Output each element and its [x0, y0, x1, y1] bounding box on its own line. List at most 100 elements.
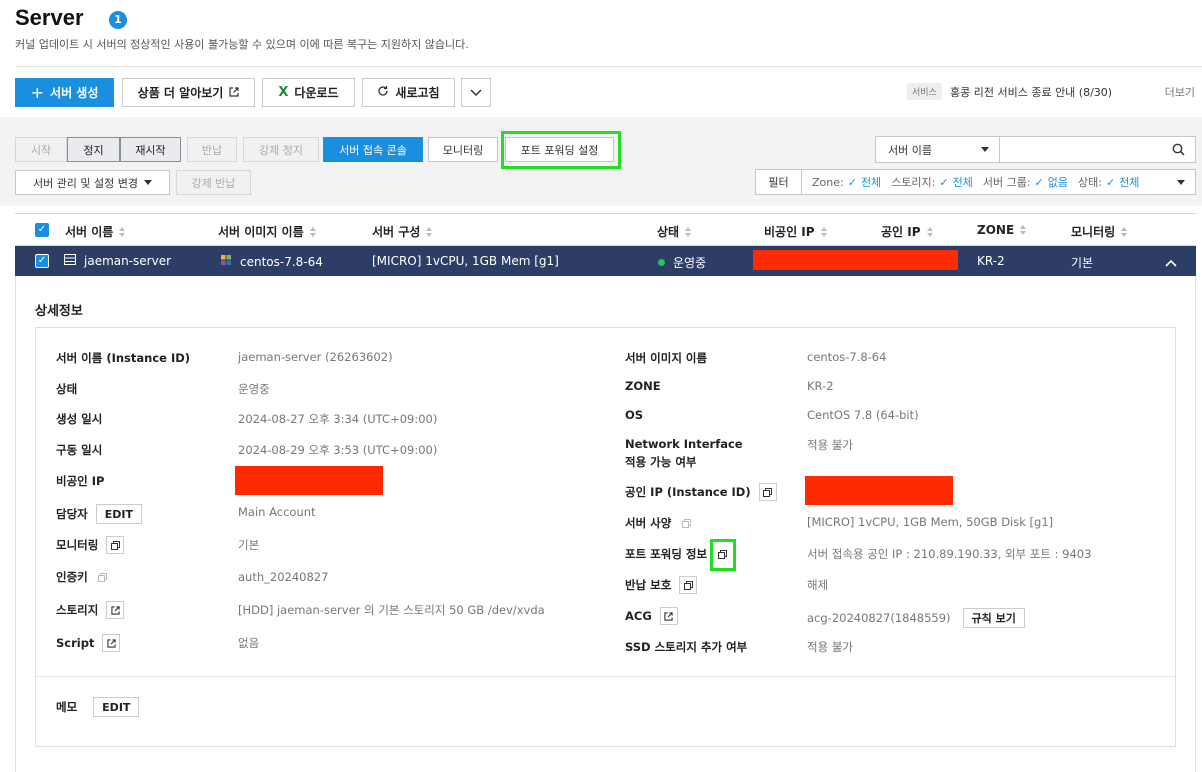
- detail-value-started: 2024-08-29 오후 3:53 (UTC+09:00): [238, 443, 438, 457]
- chevron-up-icon[interactable]: [1165, 256, 1177, 270]
- copy-icon[interactable]: [679, 576, 698, 594]
- copy-icon[interactable]: [679, 516, 693, 530]
- detail-value-monitoring: 기본: [238, 538, 260, 552]
- caret-down-icon: [144, 180, 153, 185]
- refresh-button[interactable]: 새로고침: [362, 78, 455, 107]
- search-icon[interactable]: [1172, 143, 1185, 159]
- owner-edit-button[interactable]: EDIT: [95, 504, 142, 524]
- learn-more-button[interactable]: 상품 더 알아보기: [122, 78, 255, 107]
- start-button[interactable]: 시작: [15, 137, 67, 162]
- detail-value-ssd: 적용 불가: [807, 640, 853, 654]
- detail-label-private-ip: 비공인 IP: [56, 474, 105, 488]
- row-spec: [MICRO] 1vCPU, 1GB Mem [g1]: [372, 254, 559, 268]
- detail-value-image: centos-7.8-64: [807, 350, 887, 364]
- check-icon: ✓: [1034, 175, 1044, 189]
- detail-label-ssd: SSD 스토리지 추가 여부: [625, 640, 748, 654]
- redacted-private-ip: [235, 466, 383, 495]
- highlight-box-port-forwarding: [501, 131, 621, 169]
- filter-status-value[interactable]: 전체: [1119, 174, 1139, 190]
- detail-label-script: Script: [56, 634, 121, 652]
- external-link-icon[interactable]: [106, 601, 125, 619]
- restart-button[interactable]: 재시작: [120, 137, 181, 162]
- detail-label-zone: ZONE: [625, 379, 661, 393]
- detail-value-owner: Main Account: [238, 505, 316, 519]
- detail-label-name: 서버 이름 (Instance ID): [56, 351, 191, 365]
- detail-label-created: 생성 일시: [56, 412, 103, 426]
- detail-section-title: 상세정보: [35, 304, 83, 319]
- filter-storage-value[interactable]: 전체: [953, 174, 973, 190]
- filter-group-value[interactable]: 없음: [1048, 174, 1068, 190]
- column-header-zone[interactable]: ZONE: [977, 223, 1027, 237]
- detail-label-return-protection: 반납 보호: [625, 576, 698, 594]
- force-stop-button[interactable]: 강제 정지: [243, 137, 319, 162]
- detail-label-started: 구동 일시: [56, 443, 103, 457]
- force-return-button[interactable]: 강제 반납: [176, 170, 251, 195]
- external-link-icon[interactable]: [102, 634, 121, 652]
- detail-value-return-protection: 해제: [807, 578, 829, 592]
- copy-icon[interactable]: [106, 536, 125, 554]
- column-header-private-ip[interactable]: 비공인 IP: [764, 223, 827, 240]
- detail-value-port-forwarding: 서버 접속용 공인 IP : 210.89.190.33, 외부 포트 : 94…: [807, 547, 1092, 561]
- detail-value-zone: KR-2: [807, 379, 834, 393]
- detail-label-owner: 담당자 EDIT: [56, 504, 142, 524]
- redacted-public-ip: [805, 476, 953, 505]
- notice-link[interactable]: 홍콩 리전 서비스 종료 안내 (8/30): [950, 84, 1112, 100]
- column-header-spec[interactable]: 서버 구성: [372, 223, 433, 240]
- column-header-name[interactable]: 서버 이름: [65, 223, 126, 240]
- detail-value-name: jaeman-server (26263602): [238, 350, 393, 364]
- detail-value-status: 운영중: [238, 382, 270, 396]
- select-all-checkbox[interactable]: ✓: [35, 223, 49, 237]
- download-button[interactable]: X 다운로드: [262, 78, 355, 107]
- caret-down-icon[interactable]: [1177, 180, 1185, 185]
- row-image: centos-7.8-64: [220, 254, 323, 269]
- column-header-monitoring[interactable]: 모니터링: [1071, 223, 1128, 240]
- column-header-status[interactable]: 상태: [657, 223, 692, 240]
- running-status-icon: [658, 259, 665, 266]
- sort-icon: [426, 226, 433, 237]
- detail-label-acg: ACG: [625, 607, 678, 625]
- excel-icon: X: [278, 85, 289, 100]
- column-header-public-ip[interactable]: 공인 IP: [881, 223, 933, 240]
- column-header-image[interactable]: 서버 이미지 이름: [218, 223, 316, 240]
- external-link-icon[interactable]: [659, 607, 678, 625]
- return-button[interactable]: 반납: [187, 137, 237, 162]
- create-server-button[interactable]: + 서버 생성: [15, 78, 114, 107]
- filter-button[interactable]: 필터: [756, 170, 802, 194]
- filter-zone-value[interactable]: 전체: [861, 174, 881, 190]
- row-server-name: jaeman-server: [64, 254, 171, 268]
- detail-value-storage: [HDD] jaeman-server 의 기본 스토리지 50 GB /dev…: [238, 603, 545, 617]
- copy-icon[interactable]: [96, 570, 110, 584]
- server-icon: [64, 254, 76, 268]
- search-input[interactable]: [1000, 136, 1196, 163]
- caret-down-icon: [981, 147, 989, 152]
- memo-divider: [36, 676, 1175, 677]
- sort-icon: [820, 226, 827, 237]
- notice-more-link[interactable]: 더보기: [1165, 84, 1195, 100]
- copy-icon[interactable]: [758, 483, 777, 501]
- sort-icon: [926, 226, 933, 237]
- view-rules-button[interactable]: 규칙 보기: [962, 608, 1025, 628]
- stop-button[interactable]: 정지: [67, 137, 120, 162]
- chevron-down-icon: [470, 86, 482, 100]
- redacted-ip-block: [753, 250, 958, 270]
- manage-settings-dropdown[interactable]: 서버 관리 및 설정 변경: [15, 170, 170, 195]
- table-row[interactable]: ✓ jaeman-server centos-7.8-64 [MICRO] 1v…: [15, 246, 1196, 276]
- search-field-select[interactable]: 서버 이름: [875, 136, 1000, 163]
- count-badge: 1: [109, 11, 127, 29]
- sort-icon: [1121, 226, 1128, 237]
- detail-value-created: 2024-08-27 오후 3:34 (UTC+09:00): [238, 412, 438, 426]
- detail-panel: [35, 327, 1176, 747]
- sort-icon: [1020, 225, 1027, 235]
- server-console-button[interactable]: 서버 접속 콘솔: [323, 137, 423, 162]
- detail-label-os: OS: [625, 408, 644, 422]
- detail-value-script: 없음: [238, 636, 260, 650]
- more-options-button[interactable]: [461, 78, 491, 107]
- plus-icon: +: [30, 82, 45, 102]
- monitoring-button[interactable]: 모니터링: [428, 137, 498, 162]
- table-header: ✓ 서버 이름 서버 이미지 이름 서버 구성 상태 비공인 IP 공인 IP …: [15, 213, 1196, 246]
- memo-edit-button[interactable]: EDIT: [93, 697, 140, 717]
- detail-value-acg: acg-20240827(1848559) 규칙 보기: [807, 608, 1025, 628]
- check-icon: ✓: [1105, 175, 1116, 189]
- row-checkbox[interactable]: ✓: [35, 254, 49, 268]
- filter-bar: 필터 Zone: ✓ 전체 스토리지: ✓ 전체 서버 그룹: ✓ 없음 상태:…: [755, 169, 1196, 195]
